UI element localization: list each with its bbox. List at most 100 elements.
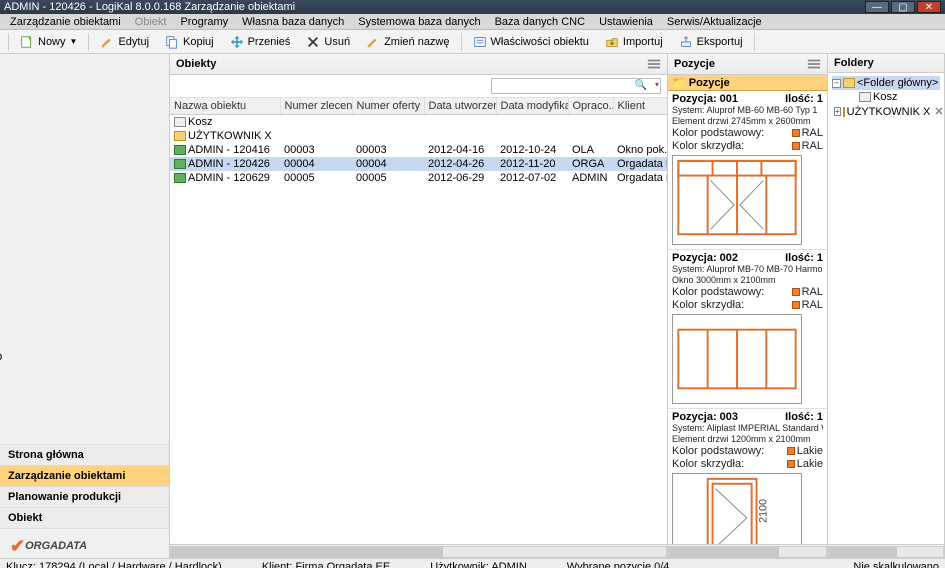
- folders-title: Foldery: [834, 57, 874, 69]
- positions-title: Pozycje: [674, 58, 715, 70]
- tree-item-user[interactable]: + UŻYTKOWNIK X ✕: [832, 104, 940, 119]
- position-item[interactable]: Pozycja: 001Ilość: 1System: Aluprof MB-6…: [668, 91, 827, 250]
- col-zlecenia[interactable]: Numer zlecenia: [280, 98, 352, 115]
- menu-zarzadzanie[interactable]: Zarządzanie obiektami: [4, 15, 127, 29]
- position-detail: Okno 3000mm x 2100mm: [672, 275, 823, 286]
- nav-planning[interactable]: Planowanie produkcji: [0, 486, 169, 507]
- position-thumbnail: [672, 155, 802, 245]
- search-icon[interactable]: 🔍: [635, 80, 647, 91]
- status-user: Użytkownik: ADMIN: [430, 561, 527, 568]
- position-item[interactable]: Pozycja: 002Ilość: 1System: Aluprof MB-7…: [668, 250, 827, 409]
- window-title: ADMIN - 120426 - LogiKal 8.0.0.168 Zarzą…: [4, 1, 295, 13]
- color-sash-label: Kolor skrzydła:: [672, 458, 744, 470]
- move-label: Przenieś: [248, 36, 291, 48]
- import-label: Importuj: [623, 36, 663, 48]
- folders-panel: Foldery – <Folder główny> + Kosz + UŻYTK…: [828, 54, 945, 558]
- move-button[interactable]: Przenieś: [223, 32, 298, 52]
- positions-panel: Pozycje 📁 PozycjePozycja: 001Ilość: 1Sys…: [668, 54, 828, 558]
- folders-hscroll[interactable]: [828, 544, 944, 558]
- status-bar: Klucz: 178294 (Local / Hardware / Hardlo…: [0, 558, 945, 568]
- col-modyfikacji[interactable]: Data modyfikacji: [496, 98, 568, 115]
- col-name[interactable]: Nazwa obiektu: [170, 98, 280, 115]
- copy-icon: [165, 35, 179, 49]
- orgadata-logo: ✔ORGADATA: [10, 537, 87, 552]
- panel-menu-icon[interactable]: [647, 57, 661, 71]
- positions-hscroll[interactable]: [668, 544, 827, 558]
- tree-label: Kosz: [873, 91, 897, 103]
- position-id: Pozycja: 001: [672, 93, 738, 105]
- rename-label: Zmień nazwę: [384, 36, 449, 48]
- left-nav: LogiKal 8.0 Strona główna Zarządzanie ob…: [0, 54, 170, 558]
- trash-icon: [859, 92, 871, 102]
- color-swatch: [792, 142, 800, 150]
- delete-icon: [306, 35, 320, 49]
- objects-panel: Obiekty 🔍 ▾ Nazwa obiektu Numer zlecenia…: [170, 54, 668, 558]
- rename-icon: [366, 35, 380, 49]
- tree-item-kosz[interactable]: + Kosz: [832, 90, 940, 104]
- menu-programy[interactable]: Programy: [174, 15, 234, 29]
- row-icon: [174, 145, 186, 155]
- maximize-button[interactable]: ▢: [891, 1, 915, 13]
- menu-serwis[interactable]: Serwis/Aktualizacje: [661, 15, 768, 29]
- menu-wlasna-baza[interactable]: Własna baza danych: [236, 15, 350, 29]
- color-swatch: [787, 447, 795, 455]
- move-icon: [230, 35, 244, 49]
- table-row[interactable]: ADMIN - 12042600004000042012-04-262012-1…: [170, 157, 667, 171]
- minimize-button[interactable]: —: [865, 1, 889, 13]
- tree-close-icon[interactable]: ✕: [934, 105, 943, 118]
- position-item[interactable]: Pozycja: 003Ilość: 1System: Aliplast IMP…: [668, 409, 827, 544]
- folders-tree: – <Folder główny> + Kosz + UŻYTKOWNIK X …: [828, 73, 944, 122]
- positions-body[interactable]: 📁 PozycjePozycja: 001Ilość: 1System: Alu…: [668, 75, 827, 544]
- copy-button[interactable]: Kopiuj: [158, 32, 221, 52]
- panel-menu-icon[interactable]: [807, 57, 821, 71]
- position-qty: Ilość: 1: [785, 252, 823, 264]
- menu-ustawienia[interactable]: Ustawienia: [593, 15, 659, 29]
- export-icon: [679, 35, 693, 49]
- search-bar: 🔍 ▾: [170, 75, 667, 98]
- folder-icon: [843, 107, 845, 117]
- col-opracowal[interactable]: Opraco...: [568, 98, 613, 115]
- objects-header: Obiekty: [170, 54, 667, 75]
- color-swatch: [792, 288, 800, 296]
- color-swatch: [792, 129, 800, 137]
- close-button[interactable]: ✕: [917, 1, 941, 13]
- color-base-label: Kolor podstawowy:: [672, 445, 764, 457]
- nav-objects[interactable]: Zarządzanie obiektami: [0, 465, 169, 486]
- expander-icon[interactable]: +: [834, 107, 841, 116]
- nav-object[interactable]: Obiekt: [0, 507, 169, 528]
- position-id: Pozycja: 003: [672, 411, 738, 423]
- folder-icon: [843, 78, 855, 88]
- status-selected: Wybrane pozycje 0/4: [567, 561, 670, 568]
- col-oferty[interactable]: Numer oferty: [352, 98, 424, 115]
- position-detail: Element drzwi 1200mm x 2100mm: [672, 434, 823, 445]
- menu-systemowa-baza[interactable]: Systemowa baza danych: [352, 15, 486, 29]
- new-button[interactable]: Nowy ▼: [13, 32, 84, 52]
- delete-button[interactable]: Usuń: [299, 32, 357, 52]
- export-button[interactable]: Eksportuj: [672, 32, 750, 52]
- table-row[interactable]: Kosz: [170, 115, 667, 130]
- tree-root[interactable]: – <Folder główny>: [832, 76, 940, 90]
- table-row[interactable]: UŻYTKOWNIK X: [170, 129, 667, 143]
- tree-label: UŻYTKOWNIK X: [847, 106, 931, 118]
- edit-button[interactable]: Edytuj: [93, 32, 156, 52]
- row-icon: [174, 159, 186, 169]
- product-label: LogiKal 8.0: [0, 303, 2, 378]
- objects-hscroll[interactable]: [170, 544, 667, 558]
- import-icon: [605, 35, 619, 49]
- nav-home[interactable]: Strona główna: [0, 444, 169, 465]
- table-row[interactable]: ADMIN - 12041600003000032012-04-162012-1…: [170, 143, 667, 157]
- svg-text:2100: 2100: [757, 499, 769, 523]
- import-button[interactable]: Importuj: [598, 32, 670, 52]
- rename-button[interactable]: Zmień nazwę: [359, 32, 456, 52]
- table-row[interactable]: ADMIN - 12062900005000052012-06-292012-0…: [170, 171, 667, 185]
- objects-title: Obiekty: [176, 58, 216, 70]
- properties-icon: [473, 35, 487, 49]
- menu-baza-cnc[interactable]: Baza danych CNC: [489, 15, 592, 29]
- col-utworzenia[interactable]: Data utworzenia: [424, 98, 496, 115]
- expander-icon[interactable]: –: [832, 79, 841, 88]
- col-klient[interactable]: Klient: [613, 98, 667, 115]
- properties-button[interactable]: Właściwości obiektu: [466, 32, 596, 52]
- color-swatch: [787, 460, 795, 468]
- search-dropdown-icon[interactable]: ▾: [655, 80, 659, 89]
- color-base-label: Kolor podstawowy:: [672, 286, 764, 298]
